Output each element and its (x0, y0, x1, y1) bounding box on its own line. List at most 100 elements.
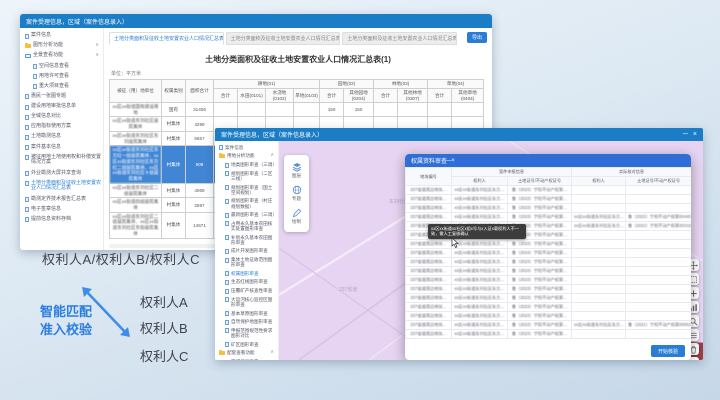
verified-cert-cell (626, 258, 691, 267)
minimize-icon[interactable]: ─ (683, 131, 688, 138)
value-cell: 村集体 (162, 131, 186, 145)
table-title: 土地分类面积及征收土地安置农业人口情况汇总表(1) (109, 54, 487, 65)
collapse-caret-icon[interactable]: ∧ (270, 350, 276, 356)
value-cell (266, 103, 294, 117)
sidebar-item[interactable]: 案件基本信息 (20, 142, 103, 152)
sidebar-item[interactable]: 土地分类面积及征收土地安置农业人口情况汇总表 (20, 179, 103, 195)
sidebar-item[interactable]: 被征用地土地使用权和补偿安置情况方案 (20, 153, 103, 169)
review-tree-item[interactable]: 最新图形审查（三调） (215, 211, 278, 220)
modal-table-row[interactable]: 337省道周边地块…xx区xx街道东刘社区东方…鲁（2023）宁阳不动产权第… (406, 276, 692, 285)
value-cell: 14671 (186, 212, 214, 238)
report-tab[interactable]: 土地分类面积及征收土地安置农业人口情况汇总表(2) (226, 32, 341, 45)
tool-globe-button[interactable]: 专题 (284, 182, 309, 205)
sidebar-item[interactable]: 土地勘测信息 (20, 132, 103, 142)
modal-table-row[interactable]: 337省道周边地块…xx区xx街道东刘社区东方…鲁（2023）宁阳不动产权第… (406, 204, 692, 213)
collapse-caret-icon[interactable]: ∧ (270, 153, 276, 159)
sidebar-item[interactable]: 空间信息查看 (20, 61, 103, 71)
declared-holder-cell: xx区xx街道东刘社区东方… (452, 249, 508, 258)
sidebar-item[interactable]: 全景查看功能∨ (20, 51, 103, 61)
export-button[interactable]: 导出 (467, 32, 487, 43)
verified-holder-cell (572, 285, 626, 294)
review-tree-item[interactable]: 占用永久基本农田核实处置图形审查 (215, 219, 278, 233)
review-tree-item[interactable]: 权属图形审查 (215, 269, 278, 278)
collapse-caret-icon[interactable]: ∨ (95, 53, 101, 59)
collapse-caret-icon[interactable]: ∨ (95, 43, 101, 49)
verified-holder-cell (572, 240, 626, 249)
review-tree-item[interactable]: 规划图形审查（村庄规划数据） (215, 197, 278, 211)
review-tree-item[interactable]: 补划永久基本农田图形审查 (215, 233, 278, 247)
plot-cell: 337省道周边地块… (406, 267, 452, 276)
modal-table-row[interactable]: 337省道周边地块…xx区xx街道东刘社区东方…鲁（2023）宁阳不动产权第…x… (406, 213, 692, 222)
modal-table-row[interactable]: 337省道周边地块…xx区xx街道东刘社区东方…鲁（2024）宁阳不动产权第… (406, 249, 692, 258)
col-header-garden-total: 合计 (320, 89, 344, 103)
declared-holder-cell: xx区xx街道东刘社区东方… (452, 294, 508, 303)
review-tree-item[interactable]: 用地分析功能∧ (215, 152, 278, 161)
declared-holder-cell: xx区xx街道东刘社区东方… (452, 321, 508, 330)
sidebar-item[interactable]: 外业勘测大屏共享查询 (20, 168, 103, 178)
sidebar-label: 电子签章信息 (31, 207, 101, 213)
sidebar-item[interactable]: 勘测定界技术报告汇总表 (20, 194, 103, 204)
review-tree-item[interactable]: 申报范围规范性要求图形对比 (215, 326, 278, 340)
review-tree-item[interactable]: 基本草原图形审查 (215, 309, 278, 318)
modal-titlebar[interactable]: 权属资料审查 ─ × (405, 154, 691, 167)
close-icon[interactable]: × (451, 158, 455, 164)
sidebar-item[interactable]: 电子签章信息 (20, 205, 103, 215)
review-tree-item[interactable]: 大运河核心监控区图形审查 (215, 295, 278, 309)
sidebar-item[interactable]: 全域信息对比 (20, 112, 103, 122)
value-cell (452, 103, 484, 117)
layers-icon (284, 162, 309, 172)
review-tree-item[interactable]: 规划图形审查（国土空间规划） (215, 183, 278, 197)
declared-holder-cell: xx区xx街道东刘社区东方… (452, 285, 508, 294)
review-tree-item[interactable]: 空间信息查看 (215, 358, 278, 360)
report-tab[interactable]: 土地分类面积及征收土地安置农业人口情况汇总表(1) (109, 32, 224, 45)
modal-table-row[interactable]: 337省道周边地块…xx区xx街道东刘社区东方…鲁（2023）宁阳不动产权第… (406, 312, 692, 321)
modal-table-row[interactable]: 337省道周边地块…xx区xx街道东刘社区东方…鲁（2023）宁阳不动产权第…x… (406, 321, 692, 330)
review-tree-label: 最新图形审查（三调） (231, 212, 276, 217)
sidebar-item[interactable]: 用地许可查看 (20, 72, 103, 82)
sidebar-item[interactable]: 案件信息 (20, 31, 103, 41)
window1-titlebar[interactable]: 案件受理信息，区域（案件信息录入） (20, 14, 492, 28)
modal-table-row[interactable]: 337省道周边地块…xx区xx街道东刘社区东方…鲁（2023）宁阳不动产权第… (406, 285, 692, 294)
review-tree-item[interactable]: 矿区图形审查 (215, 340, 278, 349)
modal-table-row[interactable]: 337省道周边地块…xx区xx街道东刘社区东方…鲁（2023）宁阳不动产权第… (406, 294, 692, 303)
review-tree-item[interactable]: 案件信息 (215, 143, 278, 152)
sidebar-item[interactable]: 重大项目查看 (20, 82, 103, 92)
review-tree-item[interactable]: 规划图形审查（二区三线） (215, 169, 278, 183)
window1-title: 案件受理信息，区域（案件信息录入） (26, 17, 128, 26)
close-icon[interactable]: × (693, 131, 697, 138)
modal-table-row[interactable]: 337省道周边地块…xx区xx街道东刘社区东方…鲁（2023）宁阳不动产权第… (406, 303, 692, 312)
value-cell (374, 103, 398, 117)
review-tree-item[interactable]: 地类图形审查（三调） (215, 161, 278, 170)
modal-table-row[interactable]: 337省道周边地块…xx区xx街道东刘社区东方…鲁（2023）宁阳不动产权第… (406, 330, 692, 339)
col-header-dry: 旱地(0103) (294, 89, 320, 103)
sidebar-item[interactable]: 惠民一张图专题 (20, 92, 103, 102)
review-tree-item[interactable]: 集体土地征收范围图形审查 (215, 255, 278, 269)
tool-draw-button[interactable]: 绘制 (284, 205, 309, 228)
declared-holder-cell: xx区xx街道东刘社区东方… (452, 312, 508, 321)
document-icon (225, 163, 229, 168)
review-tree-item[interactable]: 压覆矿产核查性审查 (215, 287, 278, 296)
sidebar-item[interactable]: 建设用地审批信息单 (20, 102, 103, 112)
sidebar-item[interactable]: 提前信息资料存档 (20, 215, 103, 225)
review-tree-label: 生态红线图形审查 (231, 279, 276, 284)
review-tree-item[interactable]: 生态红线图形审查 (215, 278, 278, 287)
modal-table-row[interactable]: 337省道周边地块…xx区xx街道东刘社区东方…鲁（2023）宁阳不动产权第… (406, 240, 692, 249)
sidebar-item[interactable]: 应用指标使用方案 (20, 122, 103, 132)
review-tree-item[interactable]: 配套查看功能∧ (215, 349, 278, 358)
table-row[interactable]: xx区xx街道国有建设用地国有31406150150 (110, 103, 484, 117)
sidebar-label: 图形分析功能 (33, 43, 93, 49)
modal-table-row[interactable]: 337省道周边地块…xx区xx街道东刘社区东方…鲁（2023）宁阳不动产权第… (406, 195, 692, 204)
tool-layers-button[interactable]: 图层 (284, 159, 309, 182)
report-tab[interactable]: 土地分类面积及征收土地安置农业人口情况汇总表(3) (342, 32, 457, 45)
map-label: 337省道 (339, 286, 357, 293)
sidebar-label: 用地许可查看 (39, 74, 101, 80)
modal-table-row[interactable]: 337省道周边地块…xx区xx街道东刘社区东方…鲁（2024）宁阳不动产权第… (406, 267, 692, 276)
sidebar-item[interactable]: 图形分析功能∨ (20, 41, 103, 51)
verified-holder-cell: xx区xx街道东刘社区东方… (572, 222, 626, 231)
window2-titlebar[interactable]: 案件受理信息，区域（案件信息录入） ─ × (215, 128, 703, 141)
start-verify-button[interactable]: 开始核验 (651, 345, 685, 357)
review-tree-item[interactable]: 自然保护地图形审查 (215, 318, 278, 327)
review-tree-item[interactable]: 成片开发图形审查 (215, 247, 278, 256)
modal-table-row[interactable]: 337省道周边地块…xx区xx街道东刘社区东方…鲁（2023）宁阳不动产权第… (406, 186, 692, 195)
modal-table-row[interactable]: 337省道周边地块…xx区xx街道东刘社区东方…鲁（2023）宁阳不动产权第… (406, 258, 692, 267)
